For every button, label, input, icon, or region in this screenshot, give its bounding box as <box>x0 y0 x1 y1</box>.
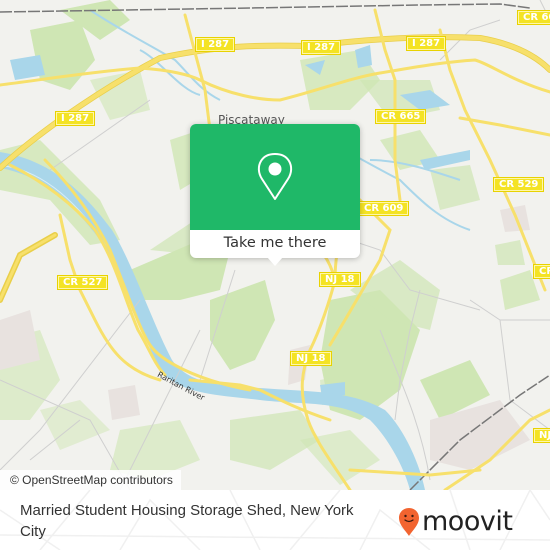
road-shield-nj18: NJ 18 <box>319 272 361 287</box>
road-shield-nj: NJ <box>533 428 550 443</box>
popup-pointer <box>267 257 283 266</box>
road-shield-i287: I 287 <box>301 40 342 55</box>
road-shield-cr: CR <box>533 264 550 279</box>
map-view[interactable]: I 287 I 287 I 287 I 287 CR 665 CR 529 CR… <box>0 0 550 490</box>
map-pin-icon <box>257 153 293 200</box>
popup-header[interactable] <box>190 124 360 230</box>
road-shield-i287: I 287 <box>406 36 447 51</box>
moovit-pin-icon <box>399 508 419 536</box>
footer-bar: Married Student Housing Storage Shed, Ne… <box>0 490 550 550</box>
road-shield-i287: I 287 <box>55 111 96 126</box>
moovit-wordmark: moovit <box>422 506 513 537</box>
moovit-logo[interactable]: moovit <box>398 504 513 540</box>
map-attribution[interactable]: © OpenStreetMap contributors <box>0 470 181 490</box>
destination-popup[interactable]: Take me there <box>190 124 360 266</box>
road-shield-nj18: NJ 18 <box>290 351 332 366</box>
road-shield-cr527: CR 527 <box>57 275 109 290</box>
take-me-there-button[interactable]: Take me there <box>190 230 360 258</box>
road-shield-cr529: CR 529 <box>493 177 545 192</box>
road-shield-cr609: CR 609 <box>358 201 410 216</box>
road-shield-cr60: CR 60 <box>517 10 550 25</box>
road-shield-cr665: CR 665 <box>375 109 427 124</box>
road-shield-i287: I 287 <box>195 37 236 52</box>
location-title: Married Student Housing Storage Shed, Ne… <box>20 502 354 540</box>
